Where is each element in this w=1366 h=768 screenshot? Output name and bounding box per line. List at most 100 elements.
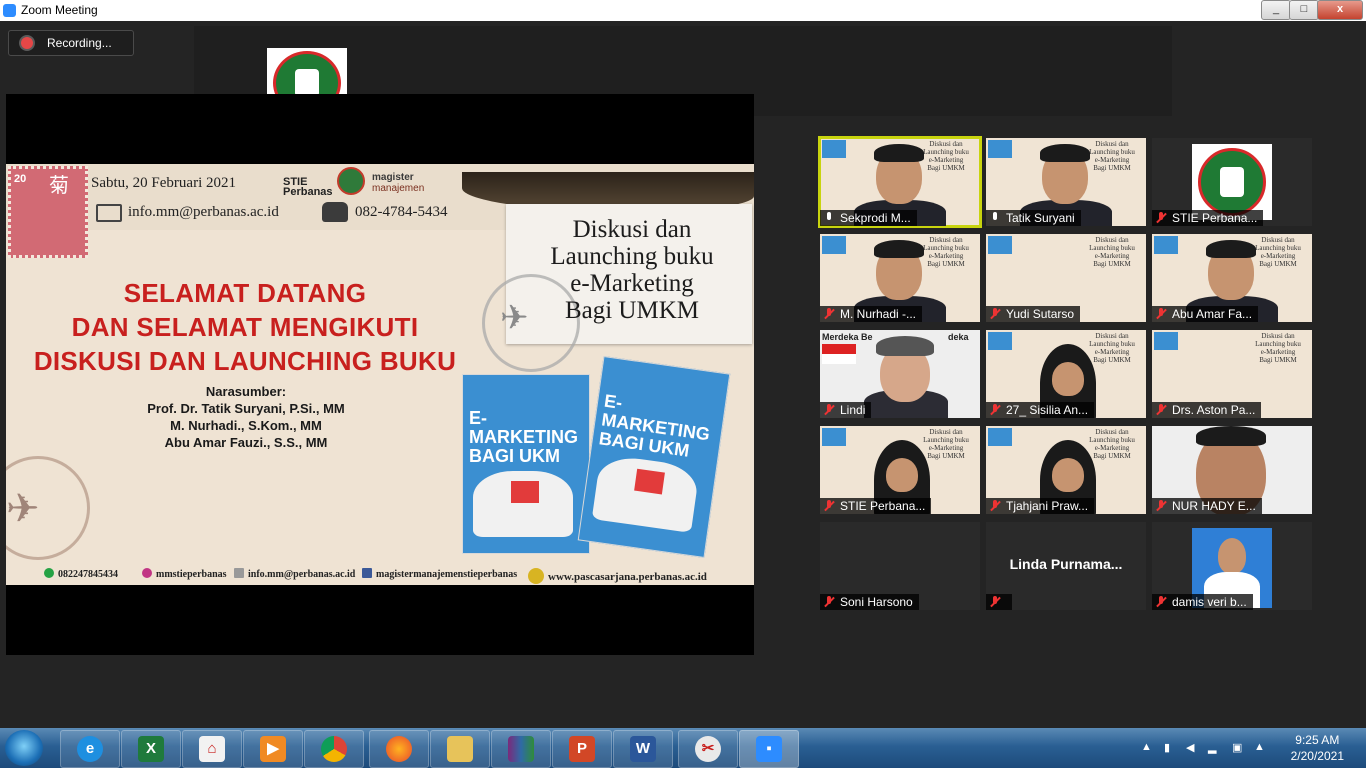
participant-tile[interactable]: Diskusi dan Launching buku e-Marketing Bagi…: [1152, 234, 1312, 322]
participant-name-text: Sekprodi M...: [840, 211, 911, 225]
participant-name-text: Drs. Aston Pa...: [1172, 403, 1256, 417]
title-line-2: Launching buku: [550, 243, 714, 270]
taskbar-chrome[interactable]: [304, 730, 364, 768]
tray-expand-icon[interactable]: ▲: [1141, 741, 1153, 755]
slide-email: info.mm@perbanas.ac.id: [128, 204, 279, 220]
mini-line: Diskusi dan: [1095, 428, 1129, 436]
snipping-icon: ✂: [695, 736, 721, 762]
mini-slide-title: Diskusi dan Launching buku e-Marketing Bagi…: [916, 236, 976, 268]
footer-whatsapp: 082247845434: [44, 568, 118, 580]
participant-tile[interactable]: Diskusi dan Launching buku e-Marketing Bagi…: [986, 330, 1146, 418]
participant-name-text: M. Nurhadi -...: [840, 307, 917, 321]
minimize-button[interactable]: _: [1261, 0, 1291, 20]
participant-tile[interactable]: Diskusi dan Launching buku e-Marketing Bagi…: [820, 234, 980, 322]
taskbar-excel[interactable]: X: [121, 730, 181, 768]
postage-stamp: 20 菊: [8, 166, 88, 258]
taskbar-explorer[interactable]: [430, 730, 490, 768]
heading-line-2: DAN SELAMAT MENGIKUTI: [71, 312, 419, 342]
book1-line-2: BAGI UKM: [469, 446, 560, 466]
taskbar-media-player[interactable]: ▶: [243, 730, 303, 768]
instagram-text: mmstieperbanas: [156, 569, 227, 580]
winrar-icon: [508, 736, 534, 762]
book-illustration-2: [591, 453, 700, 533]
slide-footer: 082247845434 mmstieperbanas info.mm@perb…: [6, 566, 754, 584]
book-title-2: E-MARKETING BAGI UKM: [598, 391, 725, 465]
participant-tile[interactable]: NUR HADY E...: [1152, 426, 1312, 514]
pdf-icon: ⌂: [199, 736, 225, 762]
person-face: [1052, 362, 1084, 396]
signal-icon[interactable]: ▂: [1208, 741, 1220, 755]
action-center-icon[interactable]: ▲: [1254, 741, 1266, 755]
person-hair: [1040, 144, 1090, 162]
participant-name: Soni Harsono: [820, 594, 919, 610]
taskbar-zoom[interactable]: ▪: [739, 730, 799, 768]
person-hair: [874, 144, 924, 162]
book-illustration-1: [473, 471, 573, 537]
volume-icon[interactable]: ◀: [1186, 741, 1198, 755]
book1-line-1: E-MARKETING: [469, 408, 578, 447]
participant-name: STIE Perbana...: [1152, 210, 1264, 226]
mic-on-icon: [824, 212, 834, 224]
participant-tile[interactable]: STIE Perbana...: [1152, 138, 1312, 226]
person-face: [1218, 538, 1246, 574]
participant-tile[interactable]: Linda Purnama...: [986, 522, 1146, 610]
participant-tile[interactable]: damis veri b...: [1152, 522, 1312, 610]
network-icon[interactable]: ▣: [1232, 741, 1244, 755]
mini-line: Bagi UMKM: [927, 164, 965, 172]
person-hair: [876, 336, 934, 356]
banner-text-2: deka: [948, 332, 969, 342]
mic-muted-icon: [824, 404, 834, 416]
participant-display-name: Linda Purnama...: [1009, 556, 1123, 572]
recording-indicator[interactable]: Recording...: [8, 30, 134, 56]
taskbar-pdf[interactable]: ⌂: [182, 730, 242, 768]
start-button[interactable]: [5, 730, 43, 766]
participant-tile[interactable]: Diskusi dan Launching buku e-Marketing Bagi…: [986, 426, 1146, 514]
mini-book-thumb: [1154, 332, 1178, 350]
mic-muted-icon: [824, 596, 834, 608]
mini-line: e-Marketing: [1094, 156, 1130, 164]
mic-muted-icon: [824, 500, 834, 512]
mini-line: Diskusi dan: [1261, 332, 1295, 340]
globe-icon: [528, 568, 544, 584]
email-icon: [234, 568, 244, 578]
mic-muted-icon: [1156, 404, 1166, 416]
participant-tile[interactable]: Diskusi dan Launching buku e-Marketing Bagi…: [1152, 330, 1312, 418]
participant-name: Yudi Sutarso: [986, 306, 1081, 322]
taskbar-word[interactable]: W: [613, 730, 673, 768]
mini-line: Diskusi dan: [929, 140, 963, 148]
mini-line: Diskusi dan: [1261, 236, 1295, 244]
person-face: [1052, 458, 1084, 492]
mini-line: e-Marketing: [1094, 252, 1130, 260]
participant-tile[interactable]: Diskusi dan Launching buku e-Marketing Bagi…: [818, 136, 982, 228]
taskbar-ie[interactable]: e: [60, 730, 120, 768]
stamp-number: 20: [14, 173, 27, 185]
participant-tile[interactable]: Diskusi dan Launching buku e-Marketing Bagi…: [986, 234, 1146, 322]
title-line-3: e-Marketing: [570, 270, 694, 297]
magister-brand: magister manajemen: [372, 172, 424, 194]
mini-line: Launching buku: [1089, 340, 1135, 348]
maximize-button[interactable]: □: [1289, 0, 1319, 20]
close-button[interactable]: x: [1317, 0, 1363, 20]
battery-icon[interactable]: ▮: [1164, 741, 1176, 755]
person-hair: [1206, 240, 1256, 258]
mini-slide-title: Diskusi dan Launching buku e-Marketing Bagi…: [1248, 236, 1308, 268]
taskbar-snipping[interactable]: ✂: [678, 730, 738, 768]
taskbar-firefox[interactable]: [369, 730, 429, 768]
narasumber-list: Narasumber: Prof. Dr. Tatik Suryani, P.S…: [96, 383, 396, 451]
participant-tile[interactable]: Diskusi dan Launching buku e-Marketing Bagi…: [986, 138, 1146, 226]
participant-tile[interactable]: Merdeka Be deka Lindi: [820, 330, 980, 418]
mic-muted-icon: [1156, 308, 1166, 320]
mini-line: Launching buku: [1089, 244, 1135, 252]
participant-name: STIE Perbana...: [820, 498, 932, 514]
mini-line: Diskusi dan: [929, 236, 963, 244]
powerpoint-icon: P: [569, 736, 595, 762]
participant-name: Sekprodi M...: [820, 210, 917, 226]
taskbar-powerpoint[interactable]: P: [552, 730, 612, 768]
participant-name: 27_ Sisilia An...: [986, 402, 1095, 418]
clock-time: 9:25 AM: [1295, 733, 1340, 747]
participant-tile[interactable]: Soni Harsono: [820, 522, 980, 610]
taskbar-winrar[interactable]: [491, 730, 551, 768]
mini-line: Launching buku: [923, 244, 969, 252]
participant-tile[interactable]: Diskusi dan Launching buku e-Marketing Bagi…: [820, 426, 980, 514]
taskbar-clock[interactable]: 9:25 AM 2/20/2021: [1291, 732, 1344, 764]
